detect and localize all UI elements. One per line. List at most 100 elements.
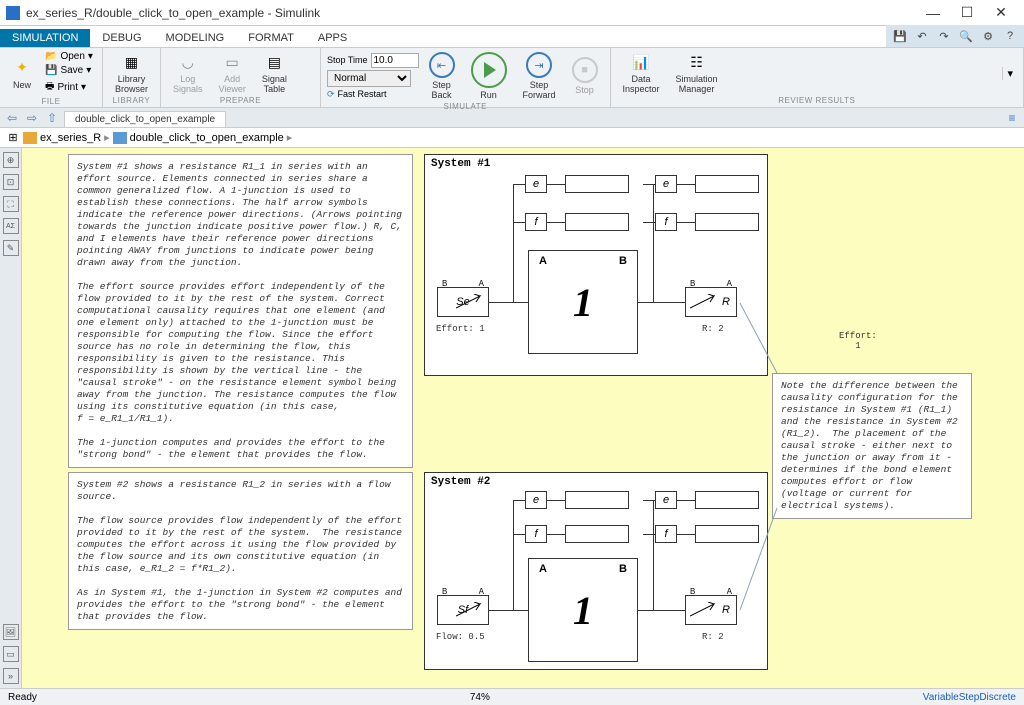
nav-row: ⇦ ⇨ ⇧ double_click_to_open_example ≡ <box>0 108 1024 128</box>
status-bar: Ready 74% VariableStepDiscrete <box>0 688 1024 705</box>
block-e-right-2[interactable]: e <box>655 491 677 509</box>
group-label-file: FILE <box>6 97 96 106</box>
annotation-tool[interactable]: ✎ <box>3 240 19 256</box>
undo-icon[interactable]: ↶ <box>914 28 930 44</box>
block-f-left-1[interactable]: f <box>525 213 547 231</box>
block-f-right-1[interactable]: f <box>655 213 677 231</box>
model-canvas[interactable]: System #1 shows a resistance R1_1 in ser… <box>22 148 1024 688</box>
stoptime-input[interactable] <box>371 53 419 68</box>
crumb-sep: ▸ <box>104 131 110 144</box>
sim-manager-button[interactable]: ☷ Simulation Manager <box>670 50 724 96</box>
library-browser-button[interactable]: ▦ Library Browser <box>109 50 154 96</box>
sys1-title: System #1 <box>431 158 490 170</box>
status-ready: Ready <box>8 692 37 703</box>
block-resistance-2[interactable]: B A R <box>685 595 737 625</box>
nav-back-button[interactable]: ⇦ <box>4 111 20 125</box>
gear-icon[interactable]: ⚙ <box>980 28 996 44</box>
block-scope-f1[interactable] <box>565 213 629 231</box>
quick-access-toolbar: 💾 ↶ ↷ 🔍 ⚙ ? <box>886 25 1024 47</box>
save-icon[interactable]: 💾 <box>892 28 908 44</box>
crumb-current[interactable]: double_click_to_open_example <box>130 132 284 144</box>
image-tool[interactable]: 🖼 <box>3 624 19 640</box>
app-icon <box>6 6 20 20</box>
tab-simulation[interactable]: SIMULATION <box>0 29 90 47</box>
breadcrumb: ⊞ ex_series_R ▸ double_click_to_open_exa… <box>0 128 1024 148</box>
sys2-title: System #2 <box>431 476 490 488</box>
block-scope-e2[interactable] <box>695 175 759 193</box>
block-scope-f2[interactable] <box>695 213 759 231</box>
block-scope-e3[interactable] <box>565 491 629 509</box>
block-flow-source[interactable]: B A Sf <box>437 595 489 625</box>
block-f-left-2[interactable]: f <box>525 525 547 543</box>
new-button[interactable]: ✦ New <box>6 56 38 92</box>
run-button[interactable]: Run <box>465 50 513 102</box>
step-back-icon: ⇤ <box>429 52 455 78</box>
zoom-fit-tool[interactable]: ⊡ <box>3 174 19 190</box>
group-simulate: Stop Time Normal ⟳Fast Restart ⇤ Step Ba… <box>321 48 611 107</box>
maximize-button[interactable]: ☐ <box>950 2 984 24</box>
model-browser-toggle[interactable]: ⊞ <box>6 131 20 144</box>
group-label-review: REVIEW RESULTS <box>617 96 1017 105</box>
crumb-root[interactable]: ex_series_R <box>40 132 101 144</box>
print-button[interactable]: 🖶Print ▾ <box>42 78 96 97</box>
search-icon[interactable]: 🔍 <box>958 28 974 44</box>
add-viewer-button[interactable]: ▭ Add Viewer <box>213 50 252 96</box>
block-scope-e1[interactable] <box>565 175 629 193</box>
block-e-left-1[interactable]: e <box>525 175 547 193</box>
minimize-button[interactable]: — <box>916 2 950 24</box>
signal-table-button[interactable]: ▤ Signal Table <box>256 50 293 96</box>
redo-icon[interactable]: ↷ <box>936 28 952 44</box>
expand-tool[interactable]: » <box>3 668 19 684</box>
block-e-left-2[interactable]: e <box>525 491 547 509</box>
block-one-junction-2[interactable]: A B 1 <box>528 558 638 662</box>
help-icon[interactable]: ? <box>1002 28 1018 44</box>
block-scope-f4[interactable] <box>695 525 759 543</box>
group-library: ▦ Library Browser LIBRARY <box>103 48 161 107</box>
block-f-right-2[interactable]: f <box>655 525 677 543</box>
tab-debug[interactable]: DEBUG <box>90 29 153 47</box>
block-scope-f3[interactable] <box>565 525 629 543</box>
sim-mode-select[interactable]: Normal <box>327 70 411 87</box>
nav-menu-button[interactable]: ≡ <box>1004 111 1020 125</box>
tab-apps[interactable]: APPS <box>306 29 359 47</box>
status-zoom[interactable]: 74% <box>37 692 923 703</box>
disk-icon: 💾 <box>45 65 57 76</box>
block-effort-source[interactable]: B A Se <box>437 287 489 317</box>
tab-modeling[interactable]: MODELING <box>154 29 237 47</box>
block-scope-e4[interactable] <box>695 491 759 509</box>
block-one-junction[interactable]: A B 1 <box>528 250 638 354</box>
table-icon: ▤ <box>264 52 284 72</box>
block-resistance-1[interactable]: B A R <box>685 287 737 317</box>
save-button[interactable]: 💾Save ▾ <box>42 64 96 77</box>
fast-restart-button[interactable]: ⟳Fast Restart <box>327 89 419 100</box>
annotation-sys2[interactable]: System #2 shows a resistance R1_2 in ser… <box>68 472 413 630</box>
annotation-note[interactable]: Note the difference between the causalit… <box>772 373 972 519</box>
log-signals-button[interactable]: ◡ Log Signals <box>167 50 209 96</box>
sample-time-tool[interactable]: AƩ <box>3 218 19 234</box>
viewmark-tool[interactable]: ▭ <box>3 646 19 662</box>
nav-fwd-button[interactable]: ⇨ <box>24 111 40 125</box>
fastrestart-icon: ⟳ <box>327 89 335 100</box>
step-forward-button[interactable]: ⇥ Step Forward <box>517 50 562 102</box>
fit-tool[interactable]: ⛶ <box>3 196 19 212</box>
nav-up-button[interactable]: ⇧ <box>44 111 60 125</box>
file-sub-buttons: 📂Open ▾ 💾Save ▾ 🖶Print ▾ <box>42 50 96 97</box>
system-1-group[interactable]: System #1 B A Se Effort: 1 A B 1 B A R <box>424 154 768 376</box>
palette: ⊕ ⊡ ⛶ AƩ ✎ 🖼 ▭ » <box>0 148 22 688</box>
open-button[interactable]: 📂Open ▾ <box>42 50 96 63</box>
group-review: 📊 Data Inspector ☷ Simulation Manager ▾ … <box>611 48 1024 107</box>
step-back-button[interactable]: ⇤ Step Back <box>423 50 461 102</box>
stop-button[interactable]: ■ Stop <box>566 55 604 97</box>
annotation-sys1[interactable]: System #1 shows a resistance R1_1 in ser… <box>68 154 413 468</box>
group-file: ✦ New 📂Open ▾ 💾Save ▾ 🖶Print ▾ FILE <box>0 48 103 107</box>
data-inspector-button[interactable]: 📊 Data Inspector <box>617 50 666 96</box>
close-button[interactable]: ✕ <box>984 2 1018 24</box>
status-solver[interactable]: VariableStepDiscrete <box>923 692 1016 703</box>
tab-format[interactable]: FORMAT <box>236 29 306 47</box>
expand-gallery-button[interactable]: ▾ <box>1002 67 1017 80</box>
zoom-in-tool[interactable]: ⊕ <box>3 152 19 168</box>
group-label-prepare: PREPARE <box>167 96 314 105</box>
model-tab[interactable]: double_click_to_open_example <box>64 111 226 127</box>
block-e-right-1[interactable]: e <box>655 175 677 193</box>
stoptime-label: Stop Time <box>327 55 368 65</box>
